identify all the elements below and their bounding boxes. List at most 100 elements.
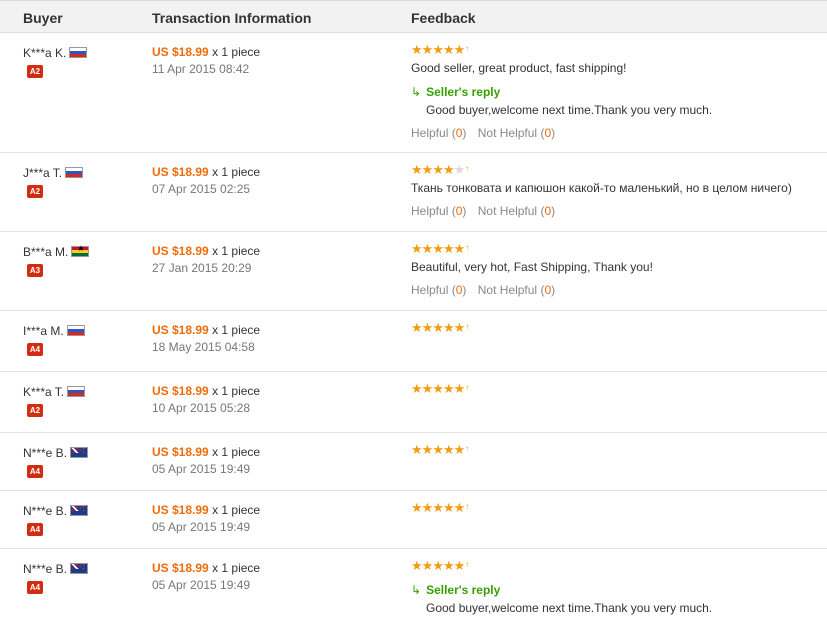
gh-flag-icon bbox=[71, 244, 90, 257]
star-icon: ★ bbox=[453, 162, 466, 177]
star-rating: ★★★★★↑ bbox=[411, 381, 821, 396]
star-icon: ★ bbox=[442, 241, 455, 256]
quantity: x 1 piece bbox=[212, 503, 261, 517]
buyer-level-badge: A2 bbox=[27, 404, 43, 417]
star-icon: ★ bbox=[411, 500, 423, 515]
helpful-count: 0 bbox=[455, 204, 463, 218]
buyer-cell: K***a T. A2 bbox=[23, 385, 86, 417]
buyer-cell: N***e B. A4 bbox=[23, 504, 89, 536]
star-icon: ★ bbox=[442, 381, 455, 396]
buyer-level-badge: A4 bbox=[27, 523, 43, 536]
feedback-comment: Good seller, great product, fast shippin… bbox=[411, 61, 627, 75]
buyer-level-badge: A2 bbox=[27, 65, 43, 78]
seller-reply-text: Good buyer,welcome next time.Thank you v… bbox=[426, 601, 713, 615]
reply-arrow-icon: ↳ bbox=[411, 85, 422, 99]
star-icon: ★ bbox=[421, 42, 434, 57]
table-row: K***a K. A2 US $18.99 x 1 piece 11 Apr 2… bbox=[0, 33, 827, 153]
table-header: Buyer Transaction Information Feedback bbox=[0, 0, 827, 33]
header-feedback: Feedback bbox=[411, 10, 476, 26]
price: US $18.99 bbox=[152, 445, 209, 459]
feedback-cell: ★★★★★↑ Good seller, great product, fast … bbox=[411, 42, 821, 140]
transaction-date: 18 May 2015 04:58 bbox=[152, 340, 255, 354]
nz-flag-icon bbox=[70, 563, 89, 574]
buyer-name: K***a K. bbox=[23, 46, 67, 60]
not-helpful-link[interactable]: Not Helpful (0) bbox=[478, 204, 555, 218]
table-row: K***a T. A2 US $18.99 x 1 piece 10 Apr 2… bbox=[0, 372, 827, 433]
price: US $18.99 bbox=[152, 323, 209, 337]
star-icon: ★ bbox=[432, 320, 444, 335]
buyer-name: B***a M. bbox=[23, 245, 69, 259]
feedback-cell: ★★★★★↑ bbox=[411, 442, 821, 457]
not-helpful-link[interactable]: Not Helpful (0) bbox=[478, 283, 555, 297]
star-icon: ★ bbox=[411, 381, 423, 396]
star-icon: ★ bbox=[453, 241, 466, 256]
transaction-date: 05 Apr 2015 19:49 bbox=[152, 578, 251, 592]
star-icon: ★ bbox=[453, 42, 466, 57]
buyer-name: I***a M. bbox=[23, 324, 64, 338]
star-icon: ★ bbox=[411, 320, 423, 335]
rating-arrow-icon: ↑ bbox=[465, 322, 470, 331]
table-row: I***a M. A4 US $18.99 x 1 piece 18 May 2… bbox=[0, 311, 827, 372]
star-rating: ★★★★★↑ bbox=[411, 241, 821, 256]
star-icon: ★ bbox=[411, 162, 423, 177]
star-icon: ★ bbox=[421, 381, 434, 396]
seller-reply-label: ↳ Seller's reply bbox=[411, 85, 501, 99]
star-icon: ★ bbox=[432, 42, 444, 57]
feedback-cell: ★★★★★↑ Ткань тонковата и капюшон какой-т… bbox=[411, 162, 821, 218]
rating-arrow-icon: ↑ bbox=[465, 243, 470, 252]
feedback-table: Buyer Transaction Information Feedback K… bbox=[0, 0, 827, 629]
price: US $18.99 bbox=[152, 384, 209, 398]
star-rating: ★★★★★↑ bbox=[411, 500, 821, 515]
not-helpful-count: 0 bbox=[544, 204, 552, 218]
star-icon: ★ bbox=[421, 320, 434, 335]
helpful-link[interactable]: Helpful (0) bbox=[411, 204, 466, 218]
transaction-cell: US $18.99 x 1 piece 27 Jan 2015 20:29 bbox=[152, 244, 260, 275]
buyer-level-badge: A3 bbox=[27, 264, 43, 277]
not-helpful-link[interactable]: Not Helpful (0) bbox=[478, 126, 555, 140]
buyer-cell: B***a M. A3 bbox=[23, 244, 90, 277]
ru-flag-icon bbox=[66, 325, 85, 336]
quantity: x 1 piece bbox=[212, 45, 261, 59]
transaction-cell: US $18.99 x 1 piece 10 Apr 2015 05:28 bbox=[152, 384, 260, 415]
rating-arrow-icon: ↑ bbox=[465, 560, 470, 569]
seller-reply-label: ↳ Seller's reply bbox=[411, 583, 501, 597]
ru-flag-icon bbox=[65, 167, 84, 178]
rating-arrow-icon: ↑ bbox=[465, 502, 470, 511]
quantity: x 1 piece bbox=[212, 384, 261, 398]
ru-flag-icon bbox=[67, 386, 86, 397]
buyer-cell: N***e B. A4 bbox=[23, 562, 89, 594]
not-helpful-count: 0 bbox=[544, 283, 552, 297]
helpful-votes: Helpful (0) Not Helpful (0) bbox=[411, 283, 821, 297]
buyer-cell: I***a M. A4 bbox=[23, 324, 85, 356]
feedback-cell: ★★★★★↑ Beautiful, very hot, Fast Shippin… bbox=[411, 241, 821, 297]
transaction-cell: US $18.99 x 1 piece 05 Apr 2015 19:49 bbox=[152, 503, 260, 534]
transaction-cell: US $18.99 x 1 piece 07 Apr 2015 02:25 bbox=[152, 165, 260, 196]
helpful-link[interactable]: Helpful (0) bbox=[411, 283, 466, 297]
helpful-link[interactable]: Helpful (0) bbox=[411, 126, 466, 140]
star-rating: ★★★★★↑ bbox=[411, 442, 821, 457]
buyer-name: J***a T. bbox=[23, 166, 63, 180]
helpful-count: 0 bbox=[455, 126, 463, 140]
quantity: x 1 piece bbox=[212, 445, 261, 459]
buyer-name: K***a T. bbox=[23, 385, 65, 399]
nz-flag-icon bbox=[70, 505, 89, 516]
star-icon: ★ bbox=[421, 442, 434, 457]
table-row: J***a T. A2 US $18.99 x 1 piece 07 Apr 2… bbox=[0, 153, 827, 232]
feedback-cell: ★★★★★↑ bbox=[411, 500, 821, 515]
feedback-cell: ★★★★★↑ ↳ Seller's reply Good buyer,welcom… bbox=[411, 558, 821, 615]
star-icon: ★ bbox=[432, 500, 444, 515]
star-icon: ★ bbox=[442, 320, 455, 335]
star-icon: ★ bbox=[453, 320, 466, 335]
feedback-comment: Beautiful, very hot, Fast Shipping, Than… bbox=[411, 260, 653, 274]
feedback-comment: Ткань тонковата и капюшон какой-то мален… bbox=[411, 181, 792, 195]
buyer-name: N***e B. bbox=[23, 504, 68, 518]
star-icon: ★ bbox=[411, 442, 423, 457]
star-rating: ★★★★★↑ bbox=[411, 42, 821, 57]
reply-arrow-icon: ↳ bbox=[411, 583, 422, 597]
star-icon: ★ bbox=[432, 162, 444, 177]
quantity: x 1 piece bbox=[212, 561, 261, 575]
price: US $18.99 bbox=[152, 503, 209, 517]
transaction-cell: US $18.99 x 1 piece 18 May 2015 04:58 bbox=[152, 323, 260, 354]
buyer-name: N***e B. bbox=[23, 446, 68, 460]
rating-arrow-icon: ↑ bbox=[465, 164, 470, 173]
